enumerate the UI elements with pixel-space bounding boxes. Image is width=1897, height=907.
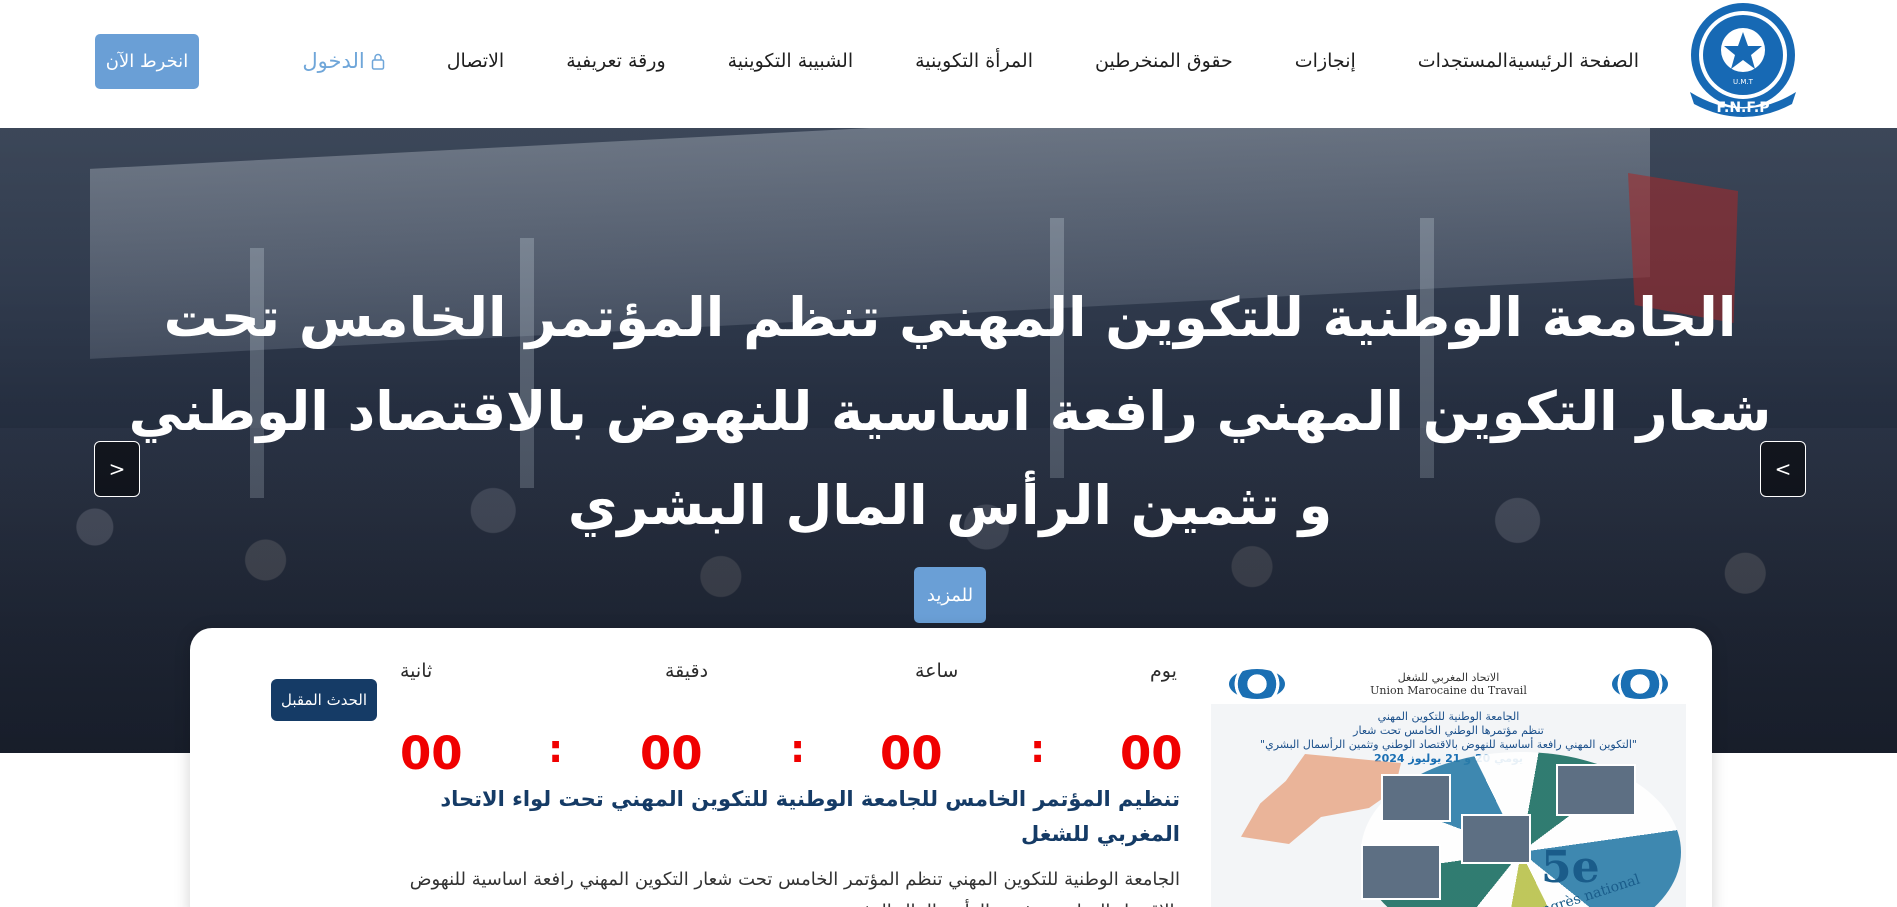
countdown-seconds-label: ثانية [400,660,433,682]
countdown-seconds-value: 00 [400,727,463,780]
login-label: الدخول [302,48,365,73]
countdown-days-value: 00 [1120,727,1183,780]
hero-title: الجامعة الوطنية للتكوين المهني تنظم المؤ… [128,286,1772,537]
logo-sub-text: U.M.T [1733,78,1754,86]
fnfp-logo[interactable]: U.M.T F.N.F.P [1680,0,1806,118]
poster-left-seal [1229,669,1285,699]
poster-photo [1461,814,1531,864]
poster-header: الاتحاد المغربي للشغل Union Marocaine du… [1211,664,1686,704]
nav-achievements[interactable]: إنجازات [1295,51,1356,71]
countdown-separator: : [548,727,564,771]
slider-prev-button[interactable]: > [94,441,140,497]
upcoming-event-card: الاتحاد المغربي للشغل Union Marocaine du… [190,628,1712,907]
poster-photo [1381,774,1451,822]
more-button[interactable]: للمزيد [914,567,986,623]
countdown-minutes-label: دقيقة [665,660,709,682]
countdown-separator: : [1030,727,1046,771]
login-link[interactable]: الدخول [302,48,384,73]
slider-next-button[interactable]: < [1760,441,1806,497]
chevron-right-icon: < [1774,457,1792,481]
nav-news[interactable]: المستجدات [1418,51,1508,71]
event-title[interactable]: تنظيم المؤتمر الخامس للجامعة الوطنية للت… [400,782,1180,852]
countdown: يوم ساعة دقيقة ثانية 00 : 00 : 00 : 00 [400,650,1183,780]
countdown-minutes-value: 00 [640,727,703,780]
nav-about-sheet[interactable]: ورقة تعريفية [566,51,665,71]
poster-right-seal [1611,669,1668,699]
poster-union-name: الاتحاد المغربي للشغل Union Marocaine du… [1370,671,1527,697]
nav-member-rights[interactable]: حقوق المنخرطين [1095,51,1233,71]
nav-home[interactable]: الصفحة الرئيسية [1508,51,1639,71]
event-description: الجامعة الوطنية للتكوين المهني تنظم المؤ… [409,869,1180,907]
countdown-separator: : [790,727,806,771]
nav-women[interactable]: المرأة التكوينية [915,51,1033,71]
logo-text: F.N.F.P [1717,100,1770,116]
main-nav: الصفحة الرئيسية المستجدات إنجازات حقوق ا… [240,0,1639,128]
poster-photo [1556,764,1636,816]
lock-icon [371,53,384,70]
nav-contact[interactable]: الاتصال [447,51,504,71]
countdown-hours-value: 00 [880,727,943,780]
poster-photo [1361,844,1441,900]
countdown-days-label: يوم [1150,660,1177,682]
countdown-hours-label: ساعة [915,660,959,682]
site-header: U.M.T F.N.F.P الصفحة الرئيسية المستجدات … [0,0,1897,128]
event-poster-image[interactable]: الاتحاد المغربي للشغل Union Marocaine du… [1211,664,1686,907]
chevron-left-icon: > [108,457,126,481]
next-event-button[interactable]: الحدث المقبل [271,679,377,721]
nav-youth[interactable]: الشبيبة التكوينية [728,51,854,71]
join-now-button[interactable]: انخرط الآن [95,34,199,89]
